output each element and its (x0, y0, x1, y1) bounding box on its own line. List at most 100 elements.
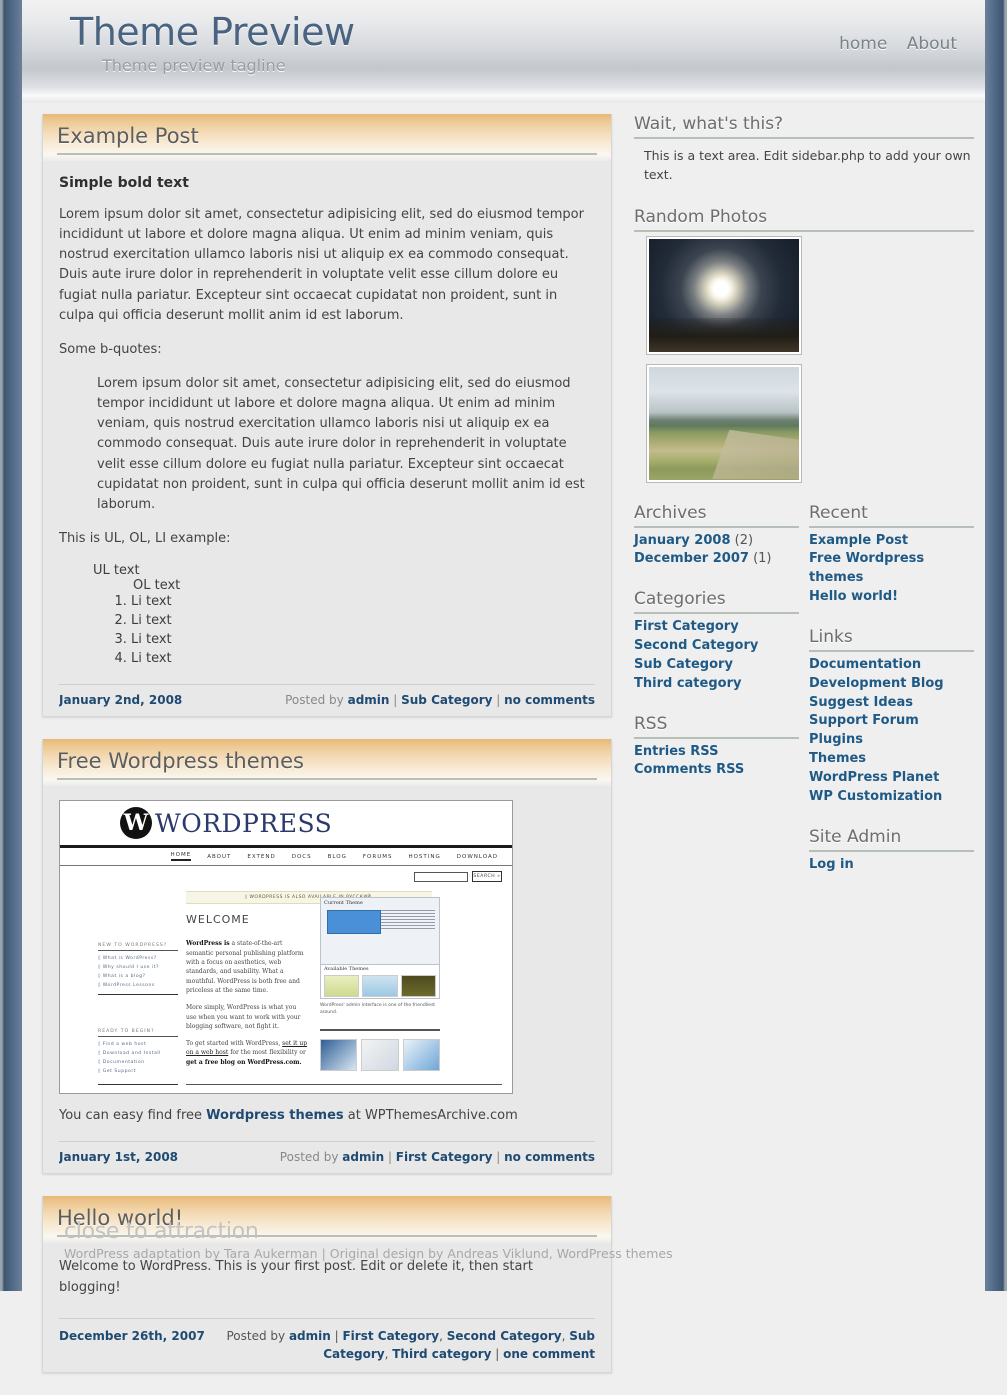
archives-list: January 2008 (2) December 2007 (1) (634, 532, 799, 570)
post-category-link[interactable]: Sub Category (401, 693, 492, 707)
wp-nav-hosting: HOSTING (408, 853, 441, 860)
wp-search-input (414, 871, 468, 882)
wp-left-column: NEW TO WORDPRESS? ◊ What is WordPress? ◊… (98, 943, 178, 1076)
post-body: W WORDPRESS HOME ABOUT EXTEND DOCS BLOG … (43, 786, 611, 1142)
nav-item-about[interactable]: About (907, 34, 957, 54)
wp-nav-extend: EXTEND (247, 853, 276, 860)
post-comments-link[interactable]: one comment (503, 1347, 595, 1361)
post-blockquote: Lorem ipsum dolor sit amet, consectetur … (97, 375, 585, 512)
list-item: Entries RSS (634, 743, 799, 762)
page-wrapper: Example Post Simple bold text Lorem ipsu… (22, 104, 985, 1373)
wordpress-mark-icon: W (120, 807, 152, 840)
list-item: Li text (131, 650, 595, 669)
archive-link[interactable]: January 2008 (634, 533, 730, 548)
columns: Example Post Simple bold text Lorem ipsu… (22, 104, 985, 1373)
post-byline: Posted by admin | First Category | no co… (279, 1150, 595, 1165)
posted-by-label: Posted by (285, 693, 344, 708)
random-photo-landscape[interactable] (649, 366, 799, 480)
wp-body-p1-rest: a state-of-the-art semantic personal pub… (186, 940, 304, 994)
wp-bottom-divider (186, 1084, 502, 1086)
wp-left-item: ◊ Find a web host (98, 1042, 147, 1048)
post-category-link[interactable]: First Category (342, 1329, 439, 1343)
blogroll-link[interactable]: Support Forum (809, 713, 919, 728)
list-item: Li text (131, 612, 595, 631)
ordered-list: Li text Li text Li text Li text (107, 593, 595, 668)
post-author-link[interactable]: admin (348, 693, 390, 707)
blogroll-link[interactable]: Development Blog (809, 676, 944, 691)
list-item: Second Category (634, 637, 799, 656)
post-comments-link[interactable]: no comments (504, 1150, 595, 1164)
post-bold-lead: Simple bold text (59, 175, 189, 191)
category-link[interactable]: Third category (634, 676, 741, 691)
random-photo-sunburst[interactable] (649, 238, 799, 352)
post-author-link[interactable]: admin (289, 1329, 331, 1343)
wordpress-themes-link[interactable]: Wordpress themes (206, 1108, 343, 1123)
wp-left-head-2: READY TO BEGIN? (98, 1029, 178, 1038)
post-date[interactable]: December 26th, 2007 (59, 1327, 205, 1345)
category-link[interactable]: First Category (634, 619, 739, 634)
wp-welcome-heading: WELCOME (186, 913, 250, 927)
wp-mini-screenshot (320, 1038, 358, 1071)
blogroll-link[interactable]: Themes (809, 751, 866, 766)
post-comments-link[interactable]: no comments (504, 693, 595, 707)
archive-link[interactable]: December 2007 (634, 551, 749, 566)
wp-panel-title: Current Theme (324, 900, 363, 907)
list-item: WP Customization (809, 788, 974, 807)
list-intro: This is UL, OL, LI example: (59, 530, 231, 546)
wp-mini-screenshot (361, 1038, 399, 1071)
category-link[interactable]: Sub Category (634, 657, 733, 672)
widget-title-site-admin: Site Admin (809, 827, 974, 852)
wp-left-head-1: NEW TO WORDPRESS? (98, 943, 178, 952)
wp-nav-docs: DOCS (291, 853, 312, 860)
blogroll-link[interactable]: WordPress Planet (809, 770, 939, 785)
post-title[interactable]: Free Wordpress themes (57, 749, 597, 781)
wp-body-p3-link2: get a free blog on WordPress.com. (186, 1058, 302, 1066)
widget-title-text-area: Wait, what's this? (634, 114, 974, 139)
site-tagline: Theme preview tagline (102, 56, 286, 75)
list-item: Sub Category (634, 656, 799, 675)
recent-post-link[interactable]: Free Wordpress themes (809, 551, 924, 585)
post-category-link[interactable]: First Category (396, 1150, 493, 1164)
rss-link[interactable]: Comments RSS (634, 762, 744, 777)
recent-post-link[interactable]: Hello world! (809, 589, 898, 604)
site-admin-list: Log in (809, 856, 974, 875)
wp-theme-thumb (327, 910, 381, 935)
post-category-link[interactable]: Second Category (447, 1329, 562, 1343)
post-caption: You can easy find free Wordpress themes … (59, 1108, 595, 1135)
blogroll-link[interactable]: Suggest Ideas (809, 695, 913, 710)
list-item: Li text (131, 593, 595, 612)
wp-nav-forums: FORUMS (362, 853, 393, 860)
blogroll-link[interactable]: WP Customization (809, 789, 942, 804)
post-free-wordpress-themes: Free Wordpress themes W WORDPRESS HOME A… (42, 739, 612, 1175)
wp-nav-download: DOWNLOAD (456, 853, 498, 860)
main-content: Example Post Simple bold text Lorem ipsu… (42, 114, 612, 1395)
sidebar: Wait, what's this? This is a text area. … (634, 114, 974, 894)
list-item: First Category (634, 618, 799, 637)
wp-left-item: ◊ Why should I use it? (98, 965, 159, 971)
wp-theme-thumb (400, 975, 436, 998)
photo-frame[interactable] (646, 235, 802, 355)
wp-search-button: SEARCH » (472, 871, 502, 883)
wp-search: SEARCH » (414, 871, 502, 883)
post-author-link[interactable]: admin (342, 1150, 384, 1164)
blogroll-link[interactable]: Plugins (809, 732, 863, 747)
nav-item-home[interactable]: home (839, 34, 887, 54)
site-title[interactable]: Theme Preview (70, 10, 355, 54)
post-category-link[interactable]: Third category (392, 1347, 491, 1361)
wp-body-p3-mid: for the most flexibility or (228, 1049, 306, 1057)
wp-nav: HOME ABOUT EXTEND DOCS BLOG FORUMS HOSTI… (60, 848, 512, 867)
photo-frame[interactable] (646, 363, 802, 483)
rss-link[interactable]: Entries RSS (634, 744, 718, 759)
blogroll-link[interactable]: Documentation (809, 657, 921, 672)
page-edge-left (0, 0, 22, 1291)
ul-text: UL text (93, 563, 140, 579)
site-header: Theme Preview Theme preview tagline home… (22, 0, 985, 103)
widget-title-links: Links (809, 627, 974, 652)
recent-post-link[interactable]: Example Post (809, 533, 908, 548)
category-link[interactable]: Second Category (634, 638, 758, 653)
post-date[interactable]: January 1st, 2008 (59, 1150, 178, 1164)
list-item: Log in (809, 856, 974, 875)
post-date[interactable]: January 2nd, 2008 (59, 693, 182, 707)
login-link[interactable]: Log in (809, 857, 854, 872)
post-title[interactable]: Example Post (57, 124, 597, 155)
